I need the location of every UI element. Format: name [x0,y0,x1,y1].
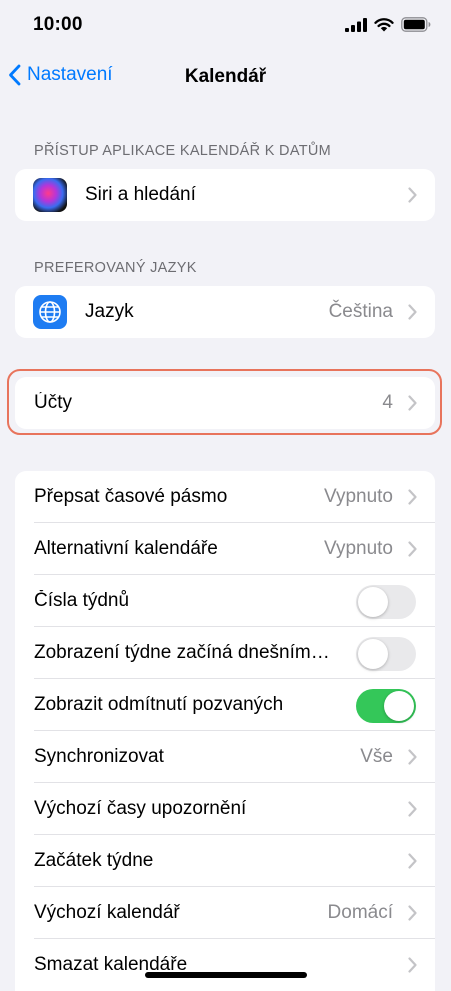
language-label: Jazyk [85,301,134,322]
settings-row-value: Vypnuto [323,538,393,559]
chevron-right-icon [408,853,417,869]
settings-row-label: Čísla týdnů [34,590,130,611]
settings-row-value: Domácí [327,902,393,923]
language-value: Čeština [328,301,393,322]
settings-row-value: Vše [360,746,393,767]
wifi-icon [374,18,394,32]
chevron-right-icon [408,489,417,505]
settings-toggle[interactable] [356,689,416,723]
siri-icon [33,178,67,212]
settings-row-value: Vypnuto [323,486,393,507]
accounts-label: Účty [34,392,72,413]
siri-search-row[interactable]: Siri a hledání [15,169,435,221]
accounts-count: 4 [382,392,393,413]
settings-row[interactable]: Začátek týdne [15,835,435,887]
access-group: Siri a hledání [15,169,435,221]
back-button-label: Nastavení [27,64,113,85]
settings-row[interactable]: Výchozí časy upozornění [15,783,435,835]
settings-row-label: Zobrazit odmítnutí pozvaných [34,694,284,715]
settings-row-label: Přepsat časové pásmo [34,486,228,507]
back-button[interactable]: Nastavení [8,64,113,86]
navigation-bar: Nastavení Kalendář [0,52,451,102]
settings-row[interactable]: Přepsat časové pásmo Vypnuto [15,471,435,523]
toggle-knob [358,587,388,617]
chevron-right-icon [408,749,417,765]
status-bar: 10:00 [0,0,451,52]
settings-row-label: Zobrazení týdne začíná dnešním… [34,642,330,663]
chevron-right-icon [408,187,417,203]
settings-row[interactable]: Synchronizovat Vše [15,731,435,783]
cellular-signal-icon [345,17,367,32]
settings-row-label: Výchozí časy upozornění [34,798,247,819]
language-row[interactable]: Jazyk Čeština [15,286,435,338]
home-indicator[interactable] [145,972,307,978]
chevron-right-icon [408,801,417,817]
globe-icon [33,295,67,329]
settings-row[interactable]: Smazat kalendáře [15,939,435,991]
section-header-access: PŘÍSTUP APLIKACE KALENDÁŘ K DATŮM [34,143,332,159]
settings-row: Zobrazení týdne začíná dnešním… [15,627,435,679]
chevron-right-icon [408,304,417,320]
chevron-right-icon [408,957,417,973]
settings-toggle[interactable] [356,637,416,671]
section-header-language: PREFEROVANÝ JAZYK [34,260,197,276]
settings-row-label: Synchronizovat [34,746,164,767]
siri-search-label: Siri a hledání [85,184,196,205]
chevron-right-icon [408,395,417,411]
settings-row-label: Začátek týdne [34,850,154,871]
toggle-knob [358,639,388,669]
settings-row[interactable]: Výchozí kalendář Domácí [15,887,435,939]
settings-row: Čísla týdnů [15,575,435,627]
settings-row[interactable]: Alternativní kalendáře Vypnuto [15,523,435,575]
accounts-row[interactable]: Účty 4 [15,377,435,429]
settings-row-label: Výchozí kalendář [34,902,180,923]
toggle-knob [384,691,414,721]
status-time: 10:00 [33,14,83,35]
settings-toggle[interactable] [356,585,416,619]
language-group: Jazyk Čeština [15,286,435,338]
settings-row-label: Alternativní kalendáře [34,538,218,559]
chevron-right-icon [408,541,417,557]
status-icons [345,17,431,32]
chevron-right-icon [408,905,417,921]
settings-row: Zobrazit odmítnutí pozvaných [15,679,435,731]
battery-icon [401,17,431,32]
chevron-left-icon [9,64,21,86]
accounts-group: Účty 4 [15,377,435,429]
calendar-settings-group: Přepsat časové pásmo Vypnuto Alternativní … [15,471,435,991]
